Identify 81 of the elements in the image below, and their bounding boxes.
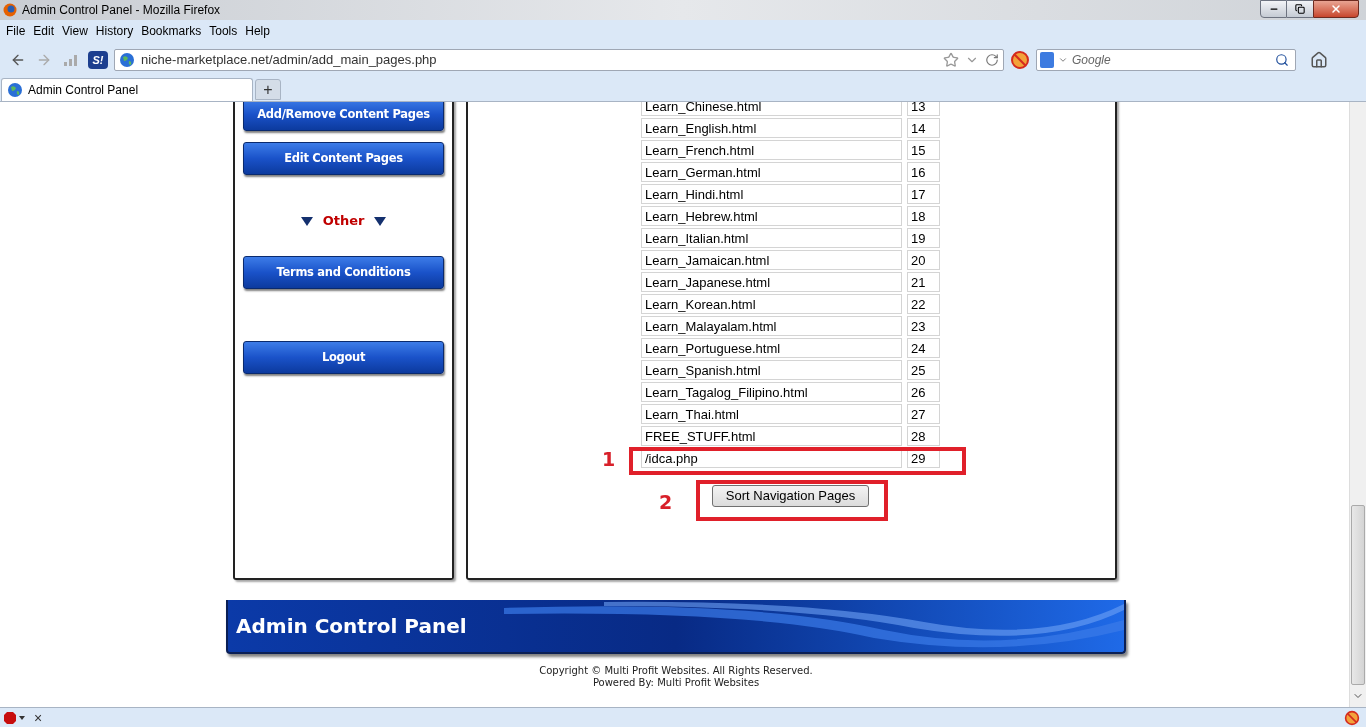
menu-item[interactable]: Edit	[29, 22, 59, 40]
section-heading: Other	[322, 212, 365, 231]
address-field[interactable]: niche-marketplace.net/admin/add_main_pages.php	[114, 49, 1004, 71]
sidebar-button[interactable]: Terms and Conditions	[243, 256, 444, 289]
sidebar-button[interactable]: Edit Content Pages	[243, 142, 444, 175]
minimize-button[interactable]	[1260, 0, 1287, 18]
bookmark-star-icon[interactable]	[943, 52, 959, 68]
close-icon[interactable]: ×	[34, 710, 43, 725]
page-order-field[interactable]: 26	[907, 382, 940, 402]
page-order-field[interactable]: 22	[907, 294, 940, 314]
page-order-field[interactable]: 28	[907, 426, 940, 446]
site-icon	[119, 52, 135, 68]
page-name-field[interactable]: /idca.php	[641, 448, 902, 468]
page-name-field[interactable]: FREE_STUFF.html	[641, 426, 902, 446]
page-name-field[interactable]: Learn_Hindi.html	[641, 184, 902, 204]
page-order-field[interactable]: 16	[907, 162, 940, 182]
home-icon[interactable]	[1310, 51, 1328, 69]
page-order-field[interactable]: 18	[907, 206, 940, 226]
close-icon	[1330, 3, 1342, 15]
search-field[interactable]: Google	[1036, 49, 1296, 71]
page-order-field[interactable]: 27	[907, 404, 940, 424]
restore-icon	[1295, 4, 1305, 14]
reload-icon[interactable]	[985, 53, 999, 67]
menu-item[interactable]: File	[2, 22, 30, 40]
sort-pages-button[interactable]: Sort Navigation Pages	[712, 485, 869, 507]
page-name-field[interactable]: Learn_Korean.html	[641, 294, 902, 314]
restore-button[interactable]	[1287, 0, 1313, 18]
sidebar-button[interactable]: Logout	[243, 341, 444, 374]
page-order-field[interactable]: 29	[907, 448, 940, 468]
addon-badge[interactable]: S!	[88, 51, 108, 69]
menu-item[interactable]: Tools	[205, 22, 242, 40]
banner-title: Admin Control Panel	[236, 613, 467, 640]
page-order-field[interactable]: 23	[907, 316, 940, 336]
search-placeholder: Google	[1072, 52, 1111, 69]
sidebar-button[interactable]: Add/Remove Content Pages	[243, 102, 444, 131]
page-name-field[interactable]: Learn_Malayalam.html	[641, 316, 902, 336]
menu-item[interactable]: Help	[241, 22, 274, 40]
page-name-field[interactable]: Learn_Italian.html	[641, 228, 902, 248]
search-icon[interactable]	[1275, 53, 1289, 67]
browser-tab[interactable]: Admin Control Panel	[1, 78, 253, 101]
url-text: niche-marketplace.net/admin/add_main_pages.php	[141, 51, 437, 70]
blocked-icon[interactable]	[1344, 709, 1360, 726]
copyright-text: Copyright © Multi Profit Websites. All Rights Reserved.	[539, 665, 813, 677]
menu-item[interactable]: View	[58, 22, 92, 40]
page-order-field[interactable]: 20	[907, 250, 940, 270]
page-name-field[interactable]: Learn_Jamaican.html	[641, 250, 902, 270]
close-button[interactable]	[1313, 0, 1359, 18]
triangle-down-icon	[374, 216, 387, 226]
page-order-field[interactable]: 21	[907, 272, 940, 292]
page-order-field[interactable]: 13	[907, 102, 940, 116]
powered-by-text: Powered By: Multi Profit Websites	[592, 677, 760, 689]
page-name-field[interactable]: Learn_Hebrew.html	[641, 206, 902, 226]
page-name-field[interactable]: Learn_Thai.html	[641, 404, 902, 424]
page-name-field[interactable]: Learn_Japanese.html	[641, 272, 902, 292]
annotation-number: 2	[659, 493, 673, 512]
page-order-field[interactable]: 19	[907, 228, 940, 248]
dropdown-icon[interactable]	[1058, 55, 1068, 65]
menu-item[interactable]: History	[91, 22, 138, 40]
page-order-field[interactable]: 15	[907, 140, 940, 160]
page-order-field[interactable]: 17	[907, 184, 940, 204]
blocked-icon[interactable]	[1010, 50, 1030, 70]
page-order-field[interactable]: 24	[907, 338, 940, 358]
triangle-down-icon	[300, 216, 313, 226]
annotation-number: 1	[602, 450, 616, 469]
page-name-field[interactable]: Learn_Spanish.html	[641, 360, 902, 380]
globe-icon	[7, 82, 23, 98]
window-title: Admin Control Panel - Mozilla Firefox	[22, 2, 221, 19]
page-name-field[interactable]: Learn_Portuguese.html	[641, 338, 902, 358]
page-name-field[interactable]: Learn_French.html	[641, 140, 902, 160]
adblock-icon[interactable]	[4, 711, 26, 724]
scrollbar[interactable]	[1349, 102, 1366, 707]
page-name-field[interactable]: Learn_English.html	[641, 118, 902, 138]
page-name-field[interactable]: Learn_German.html	[641, 162, 902, 182]
page-name-field[interactable]: Learn_Tagalog_Filipino.html	[641, 382, 902, 402]
new-tab-button[interactable]: +	[255, 79, 281, 100]
page-order-field[interactable]: 25	[907, 360, 940, 380]
app-logo-icon	[3, 3, 17, 17]
menu-item[interactable]: Bookmarks	[137, 22, 206, 40]
scroll-thumb[interactable]	[1351, 505, 1365, 685]
page-order-field[interactable]: 14	[907, 118, 940, 138]
page-name-field[interactable]: Learn_Chinese.html	[641, 102, 902, 116]
